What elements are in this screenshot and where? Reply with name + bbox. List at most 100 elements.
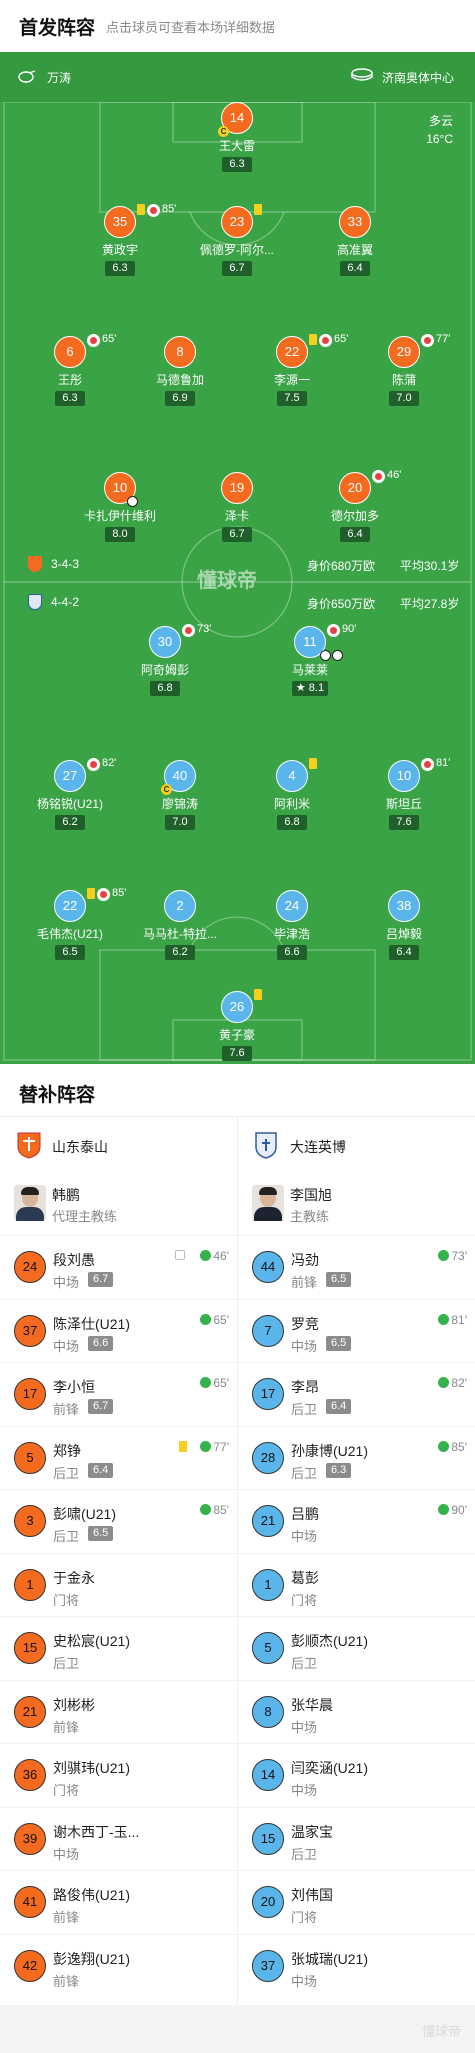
player-number: 22 [54, 890, 86, 922]
away-sub-row[interactable]: 20 刘伟国 门将 [238, 1870, 475, 1934]
home-team-row[interactable]: 山东泰山 [0, 1117, 237, 1173]
page-footer: 懂球帝 [0, 2005, 475, 2053]
home-player[interactable]: 29 陈蒲 7.0 [349, 336, 459, 406]
away-sub-row[interactable]: 8 张华晨 中场 [238, 1679, 475, 1744]
sub-number: 37 [14, 1314, 46, 1347]
away-sub-row[interactable]: 37 张城瑞(U21) 中场 [238, 1933, 475, 1998]
away-player[interactable]: 40 廖锦涛 7.0 [125, 760, 235, 830]
player-rating: 6.7 [222, 527, 252, 542]
away-player[interactable]: 22 毛伟杰(U21) 6.5 [15, 890, 125, 960]
away-coach-row[interactable]: 李国旭 主教练 [238, 1173, 475, 1235]
home-player[interactable]: 8 马德鲁加 6.9 [125, 336, 235, 406]
player-rating: 6.4 [389, 945, 419, 960]
sub-in-icon [200, 1440, 212, 1452]
player-rating: ★ 8.1 [291, 681, 329, 696]
goal-ball-icon [320, 650, 331, 661]
home-sub-row[interactable]: 41 路俊伟(U21) 前锋 [0, 1870, 237, 1934]
home-sub-row[interactable]: 15 史松宸(U21) 后卫 [0, 1616, 237, 1680]
player-rating: 6.4 [340, 261, 370, 276]
away-player[interactable]: 26 黄子豪 7.6 [182, 991, 292, 1061]
sub-position: 前锋 [53, 1910, 80, 1925]
sub-position: 中场 [53, 1338, 80, 1354]
sub-position: 前锋 [53, 1973, 80, 1989]
away-sub-row[interactable]: 1 葛彭 门将 [238, 1552, 475, 1617]
sub-in-icon [200, 1504, 212, 1515]
away-sub-row[interactable]: 28 孙康博(U21) 后卫 6.3 85' [238, 1425, 475, 1490]
home-player[interactable]: 35 黄政宇 6.3 [65, 206, 175, 276]
away-player[interactable]: 11 马莱莱 ★ 8.1 [255, 626, 365, 696]
home-player[interactable]: 19 泽卡 6.7 [182, 472, 292, 542]
away-player[interactable]: 2 马马杜-特拉... 6.2 [125, 890, 235, 960]
sub-in-minute: 85' [438, 1440, 467, 1454]
away-player[interactable]: 27 杨铭锐(U21) 6.2 [15, 760, 125, 830]
home-player[interactable]: 14 王大雷 6.3 [182, 102, 292, 172]
away-sub-row[interactable]: 14 闫奕涵(U21) 中场 [238, 1743, 475, 1807]
home-sub-row[interactable]: 24 段刘愚 中场 6.7 46' [0, 1235, 237, 1299]
weather-text: 多云 [428, 114, 453, 128]
sub-rating: 6.4 [326, 1399, 352, 1414]
home-sub-row[interactable]: 42 彭逸翔(U21) 前锋 [0, 1933, 237, 1998]
sub-in-minute: 90' [438, 1503, 467, 1517]
away-sub-row[interactable]: 7 罗竞 中场 6.5 81' [238, 1298, 475, 1363]
home-sub-row[interactable]: 17 李小恒 前锋 6.7 65' [0, 1362, 237, 1426]
player-name: 王大雷 [218, 139, 255, 153]
home-player[interactable]: 10 卡扎伊什维利 8.0 [65, 472, 175, 542]
player-number: 38 [388, 890, 420, 922]
away-player[interactable]: 24 毕津浩 6.6 [237, 890, 347, 960]
away-sub-row[interactable]: 5 彭顺杰(U21) 后卫 [238, 1616, 475, 1680]
sub-position: 中场 [291, 1719, 318, 1735]
footer-watermark: 懂球帝 [421, 2024, 461, 2039]
sub-position: 后卫 [291, 1465, 318, 1481]
away-player[interactable]: 10 斯坦丘 7.6 [349, 760, 459, 830]
sub-position: 中场 [53, 1846, 80, 1862]
away-player[interactable]: 30 阿奇姆彭 6.8 [110, 626, 220, 696]
sub-name: 谢木西丁-玉... [53, 1823, 140, 1840]
player-name: 高准翼 [336, 243, 373, 257]
sub-name: 刘伟国 [291, 1887, 333, 1903]
player-number: 29 [388, 336, 420, 368]
sub-in-minute: 85' [200, 1503, 229, 1517]
away-sub-row[interactable]: 17 李昂 后卫 6.4 82' [238, 1362, 475, 1426]
player-name: 毛伟杰(U21) [36, 927, 103, 941]
sub-in-icon [200, 1313, 212, 1325]
player-rating: 6.4 [340, 527, 370, 542]
home-sub-row[interactable]: 3 彭啸(U21) 后卫 6.5 85' [0, 1489, 237, 1553]
temperature-text: 16°C [426, 132, 453, 146]
home-sub-row[interactable]: 5 郑铮 后卫 6.4 77' [0, 1425, 237, 1490]
substitutes-title: 替补阵容 [19, 1085, 96, 1106]
home-player[interactable]: 33 高准翼 6.4 [300, 206, 410, 276]
sub-position: 前锋 [291, 1275, 318, 1290]
home-sub-row[interactable]: 36 刘骐玮(U21) 门将 [0, 1743, 237, 1807]
away-team-row[interactable]: 大连英博 [238, 1117, 475, 1173]
player-rating: 6.7 [222, 261, 252, 276]
sub-rating: 6.7 [88, 1399, 114, 1414]
player-rating: 6.6 [277, 945, 307, 960]
sub-number: 21 [14, 1695, 46, 1728]
home-player[interactable]: 23 佩德罗-阿尔... 6.7 [182, 206, 292, 276]
away-sub-row[interactable]: 21 吕鹏 中场 90' [238, 1489, 475, 1553]
home-sub-row[interactable]: 39 谢木西丁-玉... 中场 [0, 1806, 237, 1871]
home-team-logo-icon [28, 556, 42, 572]
home-player[interactable]: 6 王彤 6.3 [15, 336, 125, 406]
home-player[interactable]: 22 李源一 7.5 [237, 336, 347, 406]
sub-number: 5 [252, 1632, 284, 1664]
away-coach-name: 李国旭 [290, 1187, 332, 1203]
away-sub-row[interactable]: 44 冯劲 前锋 6.5 73' [238, 1235, 475, 1299]
away-player[interactable]: 38 吕焯毅 6.4 [349, 890, 459, 960]
sub-name: 罗竞 [291, 1315, 319, 1332]
player-name: 阿利米 [273, 797, 310, 811]
sub-number: 36 [14, 1759, 46, 1791]
home-sub-row[interactable]: 37 陈泽仕(U21) 中场 6.6 65' [0, 1298, 237, 1363]
away-formation-row: 4-4-2 身价650万欧 平均27.8岁 [0, 592, 475, 612]
away-sub-row[interactable]: 15 温家宝 后卫 [238, 1806, 475, 1871]
player-name: 廖锦涛 [161, 797, 198, 811]
home-sub-row[interactable]: 21 刘彬彬 前锋 [0, 1679, 237, 1744]
home-coach-row[interactable]: 韩鹏 代理主教练 [0, 1173, 237, 1235]
home-player[interactable]: 20 德尔加多 6.4 [300, 472, 410, 542]
home-sub-row[interactable]: 1 于金永 门将 [0, 1552, 237, 1617]
player-rating: 6.9 [165, 391, 195, 406]
away-player[interactable]: 4 阿利米 6.8 [237, 760, 347, 830]
sub-out-icon [182, 624, 195, 637]
sub-number: 28 [252, 1441, 284, 1474]
away-team-logo-icon [28, 594, 42, 610]
